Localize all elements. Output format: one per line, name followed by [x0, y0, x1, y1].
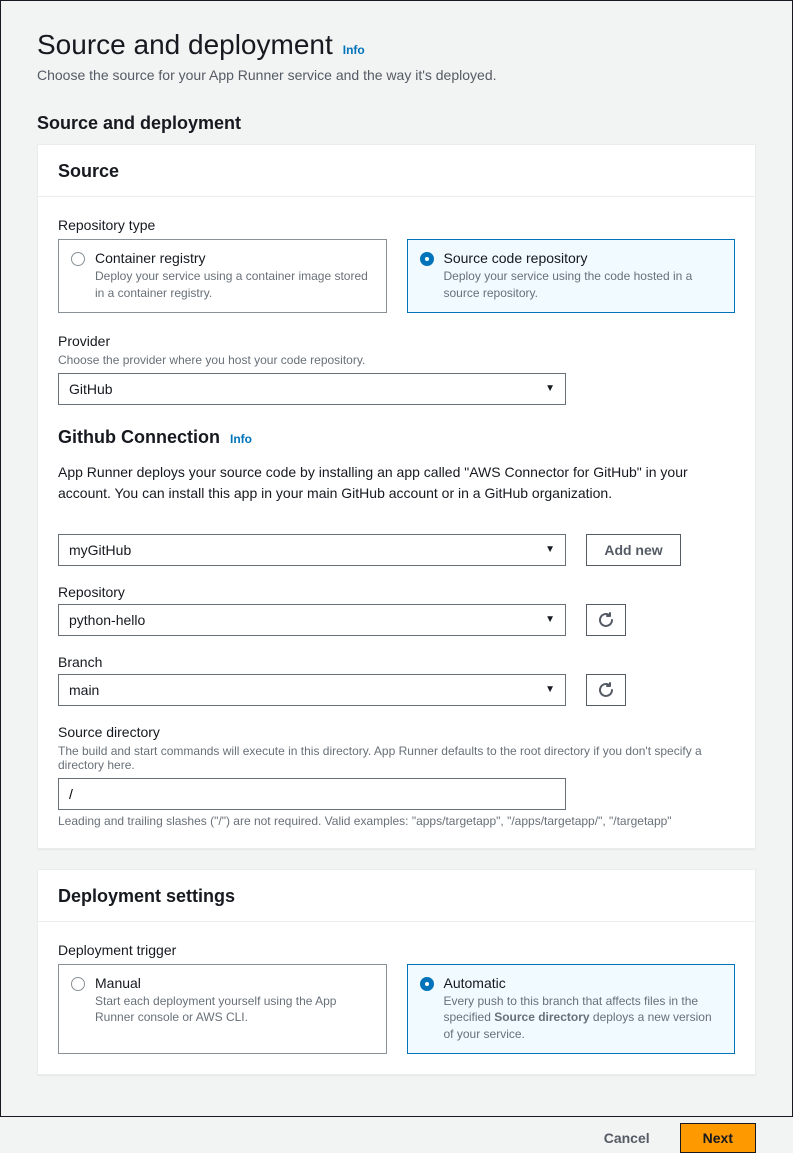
select-value: GitHub — [69, 381, 113, 397]
tile-desc: Deploy your service using a container im… — [95, 268, 374, 302]
info-link[interactable]: Info — [343, 43, 365, 57]
radio-icon — [71, 977, 85, 991]
tile-desc: Start each deployment yourself using the… — [95, 993, 374, 1027]
repository-label: Repository — [58, 584, 735, 600]
deployment-trigger-label: Deployment trigger — [58, 942, 735, 958]
connection-select[interactable]: myGitHub ▼ — [58, 534, 566, 566]
select-value: myGitHub — [69, 542, 131, 558]
source-card: Source Repository type Container registr… — [37, 144, 756, 849]
tile-title: Container registry — [95, 250, 374, 266]
chevron-down-icon: ▼ — [545, 383, 555, 394]
add-new-button[interactable]: Add new — [586, 534, 681, 566]
chevron-down-icon: ▼ — [545, 684, 555, 695]
provider-label: Provider — [58, 333, 735, 349]
radio-icon — [71, 252, 85, 266]
refresh-icon — [598, 612, 614, 628]
github-connection-desc: App Runner deploys your source code by i… — [58, 462, 735, 504]
source-directory-input[interactable] — [58, 778, 566, 810]
source-card-header: Source — [38, 145, 755, 197]
source-directory-help: Leading and trailing slashes ("/") are n… — [58, 814, 735, 828]
repository-type-label: Repository type — [58, 217, 735, 233]
section-heading: Source and deployment — [37, 113, 756, 134]
radio-icon — [420, 977, 434, 991]
tile-source-code-repository[interactable]: Source code repository Deploy your servi… — [407, 239, 736, 313]
tile-deployment-manual[interactable]: Manual Start each deployment yourself us… — [58, 964, 387, 1054]
repository-select[interactable]: python-hello ▼ — [58, 604, 566, 636]
refresh-icon — [598, 682, 614, 698]
radio-icon — [420, 252, 434, 266]
chevron-down-icon: ▼ — [545, 614, 555, 625]
refresh-branch-button[interactable] — [586, 674, 626, 706]
tile-title: Manual — [95, 975, 374, 991]
branch-label: Branch — [58, 654, 735, 670]
next-button[interactable]: Next — [680, 1123, 756, 1153]
tile-title: Source code repository — [444, 250, 723, 266]
tile-container-registry[interactable]: Container registry Deploy your service u… — [58, 239, 387, 313]
chevron-down-icon: ▼ — [545, 544, 555, 555]
source-directory-desc: The build and start commands will execut… — [58, 744, 735, 772]
tile-desc: Every push to this branch that affects f… — [444, 993, 723, 1043]
refresh-repository-button[interactable] — [586, 604, 626, 636]
provider-desc: Choose the provider where you host your … — [58, 353, 735, 367]
info-link[interactable]: Info — [230, 432, 252, 446]
source-directory-label: Source directory — [58, 724, 735, 740]
branch-select[interactable]: main ▼ — [58, 674, 566, 706]
github-connection-heading: Github Connection — [58, 427, 220, 448]
page-title: Source and deployment — [37, 29, 333, 61]
select-value: main — [69, 682, 99, 698]
cancel-button[interactable]: Cancel — [588, 1123, 666, 1153]
tile-desc: Deploy your service using the code hoste… — [444, 268, 723, 302]
page-subtitle: Choose the source for your App Runner se… — [37, 67, 756, 83]
select-value: python-hello — [69, 612, 145, 628]
tile-title: Automatic — [444, 975, 723, 991]
deployment-settings-card: Deployment settings Deployment trigger M… — [37, 869, 756, 1075]
tile-deployment-automatic[interactable]: Automatic Every push to this branch that… — [407, 964, 736, 1054]
deployment-settings-header: Deployment settings — [38, 870, 755, 922]
provider-select[interactable]: GitHub ▼ — [58, 373, 566, 405]
